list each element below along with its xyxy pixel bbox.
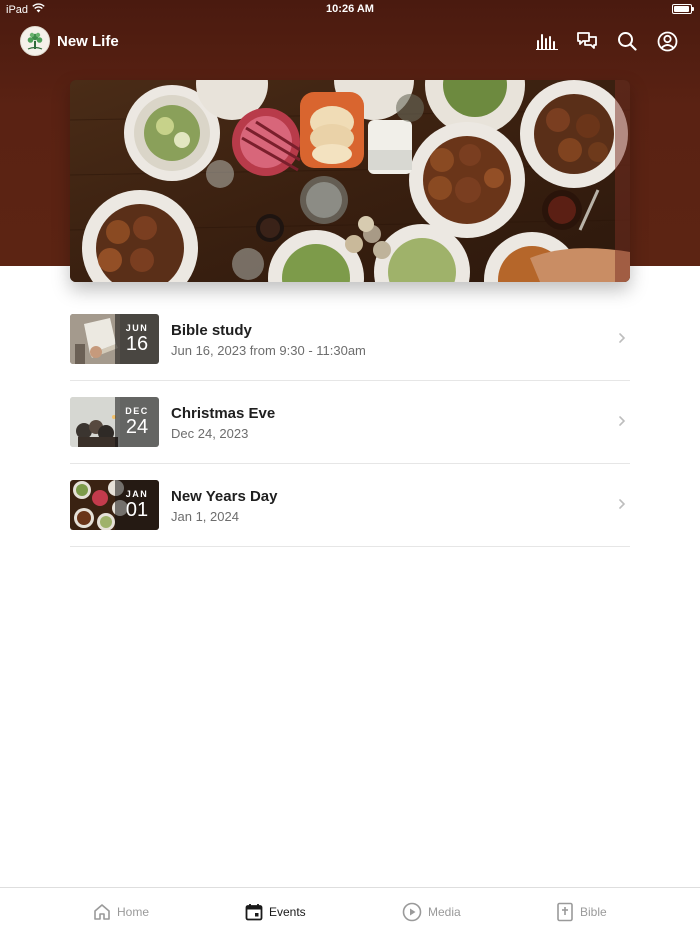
event-title: Bible study — [171, 322, 252, 339]
event-day: 16 — [125, 333, 149, 355]
event-thumbnail: JUN 16 — [70, 314, 159, 364]
thumbnail-date-badge: JAN 01 — [115, 480, 159, 530]
app-title: New Life — [57, 33, 119, 50]
event-title: Christmas Eve — [171, 405, 276, 422]
bible-icon — [557, 902, 573, 921]
play-icon — [402, 902, 422, 921]
tab-events[interactable]: Events — [245, 888, 306, 934]
event-month: DEC — [125, 406, 149, 416]
tab-label: Events — [269, 904, 306, 919]
event-title: New Years Day — [171, 488, 278, 505]
event-month: JUN — [125, 323, 149, 333]
thumbnail-date-badge: JUN 16 — [115, 314, 159, 364]
event-list: JUN 16 Bible study Jun 16, 2023 from 9:3… — [70, 298, 630, 547]
thumbnail-date-badge: DEC 24 — [115, 397, 159, 447]
chevron-right-icon — [619, 416, 626, 426]
status-time: 10:26 AM — [326, 3, 374, 15]
event-month: JAN — [125, 489, 149, 499]
chevron-right-icon — [619, 499, 626, 509]
app-header: New Life — [0, 24, 700, 58]
event-row[interactable]: JAN 01 New Years Day Jan 1, 2024 — [70, 464, 630, 547]
tab-media[interactable]: Media — [402, 888, 461, 934]
tab-home[interactable]: Home — [93, 888, 149, 934]
tab-label: Media — [428, 904, 461, 919]
chevron-right-icon — [619, 333, 626, 343]
status-bar: iPad 10:26 AM — [0, 0, 700, 20]
header-actions — [536, 30, 678, 52]
event-thumbnail: DEC 24 — [70, 397, 159, 447]
tab-label: Bible — [580, 904, 607, 919]
food-table-photo — [70, 80, 630, 282]
tab-label: Home — [117, 904, 150, 919]
event-thumbnail: JAN 01 — [70, 480, 159, 530]
event-date: Jan 1, 2024 — [171, 509, 239, 524]
event-date: Dec 24, 2023 — [171, 426, 249, 441]
battery-level — [674, 6, 690, 12]
event-row[interactable]: DEC 24 Christmas Eve Dec 24, 2023 — [70, 381, 630, 464]
account-icon[interactable] — [656, 30, 678, 52]
home-icon — [94, 903, 110, 920]
equalizer-icon[interactable] — [536, 30, 558, 52]
search-icon[interactable] — [616, 30, 638, 52]
event-day: 01 — [125, 499, 149, 521]
tab-bible[interactable]: Bible — [556, 888, 607, 934]
event-date: Jun 16, 2023 from 9:30 - 11:30am — [171, 343, 366, 358]
chat-icon[interactable] — [576, 30, 598, 52]
tab-bar: Home Events Media Bible — [0, 887, 700, 934]
church-logo[interactable] — [20, 26, 50, 56]
event-day: 24 — [125, 416, 149, 438]
calendar-icon — [245, 903, 263, 920]
hero-image[interactable] — [70, 80, 630, 282]
event-row[interactable]: JUN 16 Bible study Jun 16, 2023 from 9:3… — [70, 298, 630, 381]
battery-icon — [672, 4, 694, 14]
